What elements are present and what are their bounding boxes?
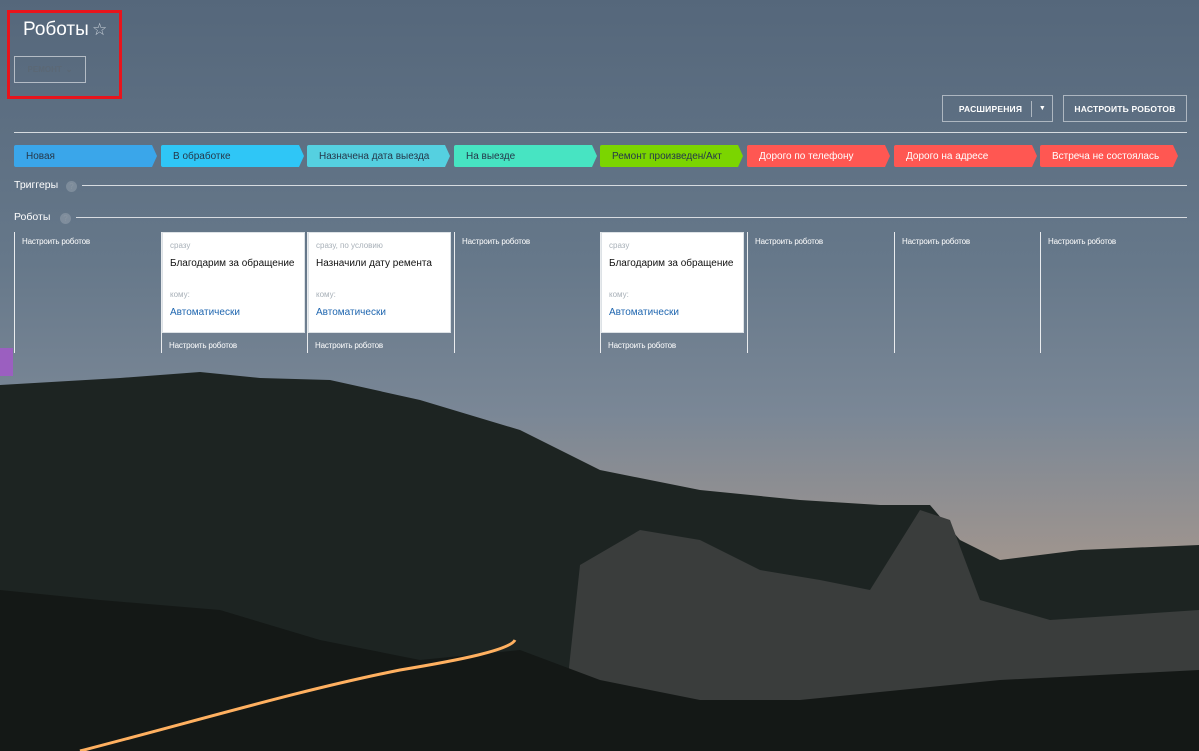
robot-recipient[interactable]: Автоматически: [170, 307, 297, 318]
configure-robots-link[interactable]: Настроить роботов: [1048, 237, 1181, 246]
divider: [76, 217, 1187, 218]
stage-column: сразу Благодарим за обращение кому: Авто…: [161, 232, 307, 353]
configure-robots-link[interactable]: Настроить роботов: [755, 237, 893, 246]
stage-7[interactable]: Встреча не состоялась: [1040, 145, 1178, 167]
stage-3[interactable]: На выезде: [454, 145, 597, 167]
robot-trigger: сразу, по условию: [316, 241, 383, 250]
robot-card[interactable]: сразу, по условию Назначили дату ремента…: [308, 232, 451, 333]
stage-column: сразу, по условию Назначили дату ремента…: [307, 232, 453, 353]
configure-robots-link[interactable]: Настроить роботов: [462, 237, 600, 246]
configure-robots-link[interactable]: Настроить роботов: [315, 341, 453, 350]
configure-robots-link[interactable]: Настроить роботов: [608, 341, 746, 350]
stage-column: Настроить роботов: [14, 232, 160, 353]
stage-column: Настроить роботов: [1040, 232, 1181, 353]
stage-1[interactable]: В обработке: [161, 145, 304, 167]
stage-label: В обработке: [173, 150, 231, 162]
side-tab[interactable]: [0, 348, 13, 376]
stage-2[interactable]: Назначена дата выезда: [307, 145, 450, 167]
divider: [82, 185, 1187, 186]
configure-robots-link[interactable]: Настроить роботов: [22, 237, 160, 246]
robot-name: Благодарим за обращение: [609, 258, 734, 269]
robot-card[interactable]: сразу Благодарим за обращение кому: Авто…: [162, 232, 305, 333]
robot-recipient[interactable]: Автоматически: [316, 307, 443, 318]
stage-0[interactable]: Новая: [14, 145, 157, 167]
robots-heading: Роботы: [14, 211, 51, 223]
stage-label: Дорого по телефону: [759, 150, 854, 162]
robot-to-label: кому:: [170, 290, 190, 299]
stage-column: Настроить роботов: [894, 232, 1040, 353]
configure-robots-button[interactable]: НАСТРОИТЬ РОБОТОВ: [1063, 95, 1187, 122]
robot-to-label: кому:: [316, 290, 336, 299]
help-icon[interactable]: ?: [66, 181, 77, 192]
robot-card[interactable]: сразу Благодарим за обращение кому: Авто…: [601, 232, 744, 333]
stage-label: Встреча не состоялась: [1052, 150, 1160, 162]
robot-trigger: сразу: [609, 241, 630, 250]
stage-label: Дорого на адресе: [906, 150, 989, 162]
caret-down-icon[interactable]: ▼: [1039, 105, 1046, 112]
robot-name: Благодарим за обращение: [170, 258, 295, 269]
divider: [14, 132, 1187, 133]
robot-recipient[interactable]: Автоматически: [609, 307, 736, 318]
stage-column: Настроить роботов: [747, 232, 893, 353]
triggers-heading: Триггеры: [14, 179, 59, 191]
robot-name: Назначили дату ремента: [316, 258, 432, 269]
configure-robots-link[interactable]: Настроить роботов: [902, 237, 1040, 246]
robot-trigger: сразу: [170, 241, 191, 250]
extensions-label: РАСШИРЕНИЯ: [958, 103, 1023, 114]
stage-5[interactable]: Дорого по телефону: [747, 145, 890, 167]
stage-label: Ремонт произведен/Акт: [612, 150, 722, 162]
stage-label: Назначена дата выезда: [319, 150, 430, 162]
stage-column: Настроить роботов: [454, 232, 600, 353]
stage-label: На выезде: [466, 150, 516, 162]
robot-to-label: кому:: [609, 290, 629, 299]
stage-4[interactable]: Ремонт произведен/Акт: [600, 145, 743, 167]
stage-6[interactable]: Дорого на адресе: [894, 145, 1037, 167]
stage-label: Новая: [26, 150, 55, 162]
configure-robots-link[interactable]: Настроить роботов: [169, 341, 307, 350]
extensions-button[interactable]: РАСШИРЕНИЯ ▼: [942, 95, 1053, 122]
help-icon[interactable]: ?: [60, 213, 71, 224]
stage-column: сразу Благодарим за обращение кому: Авто…: [600, 232, 746, 353]
highlight-box: [7, 10, 122, 99]
